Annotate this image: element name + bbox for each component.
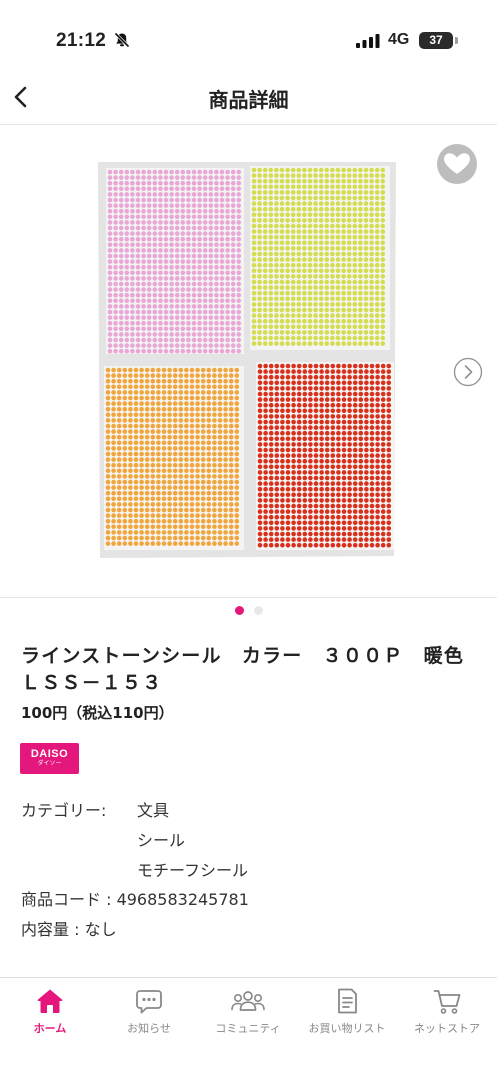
product-image [98, 162, 396, 558]
tab-label: ネットストア [414, 1022, 480, 1035]
battery-cap [455, 37, 458, 44]
tab-home[interactable]: ホーム [0, 986, 100, 1036]
brand-logo-subtext: ダイソー [37, 760, 62, 767]
tab-label: コミュニティ [215, 1022, 281, 1035]
signal-icon [356, 34, 380, 48]
category-item[interactable]: シール [137, 827, 185, 851]
tab-bar: ホーム お知らせ コミュニティ お買い物リスト ネットストア [0, 977, 497, 1080]
home-icon [37, 989, 63, 1013]
category-item[interactable]: モチーフシール [137, 857, 248, 881]
divider [0, 597, 497, 598]
product-code: 商品コード : 4968583245781 [21, 890, 249, 909]
tab-notifications[interactable]: お知らせ [99, 986, 199, 1036]
tab-label: お知らせ [127, 1022, 171, 1035]
brand-logo[interactable]: DAISO ダイソー [20, 743, 79, 774]
cart-icon [433, 990, 461, 1014]
product-name: ラインストーンシール カラー ３００Ｐ 暖色ＬＳＳ－１５３ [21, 645, 465, 694]
tab-net-store[interactable]: ネットストア [397, 986, 497, 1036]
brand-logo-text: DAISO [30, 748, 69, 760]
category-label: カテゴリー: [21, 801, 107, 820]
heart-icon [444, 153, 470, 174]
status-bar: 21:12 4G 37 [0, 0, 497, 72]
product-volume: 内容量 : なし [21, 920, 117, 939]
nav-header: 商品詳細 [0, 72, 497, 125]
category-item[interactable]: 文具 [137, 797, 169, 821]
chevron-right-icon[interactable] [453, 357, 483, 387]
chat-bubble-icon [136, 990, 162, 1014]
tab-community[interactable]: コミュニティ [198, 986, 298, 1036]
list-icon [338, 988, 357, 1014]
favorite-button[interactable] [437, 144, 477, 184]
page-title: 商品詳細 [208, 88, 289, 112]
tab-label: ホーム [33, 1022, 67, 1035]
tab-shopping-list[interactable]: お買い物リスト [297, 986, 397, 1036]
bell-off-icon [114, 32, 130, 48]
status-time: 21:12 [56, 30, 107, 51]
people-icon [231, 991, 265, 1011]
network-type: 4G [388, 31, 410, 48]
pagination-dot[interactable] [234, 606, 244, 615]
pagination-dot[interactable] [253, 606, 263, 615]
gallery-pagination [0, 606, 497, 622]
product-price: 100円（税込110円） [21, 704, 174, 722]
tab-label: お買い物リスト [308, 1022, 386, 1035]
image-gallery[interactable] [0, 126, 497, 598]
battery-icon: 37 [419, 32, 453, 49]
